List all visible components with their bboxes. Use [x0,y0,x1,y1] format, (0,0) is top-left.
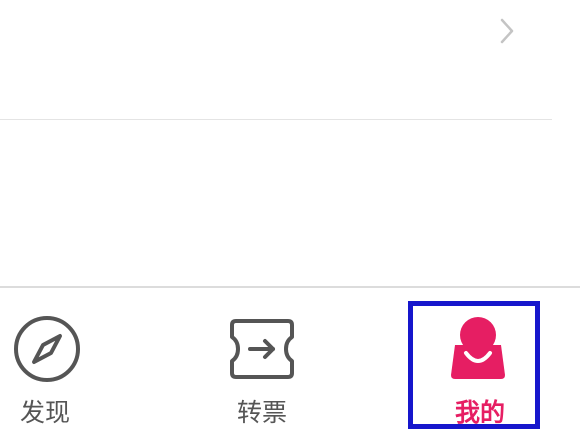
user-bag-icon [451,317,505,379]
tab-label: 我的 [455,398,506,427]
tab-label: 发现 [20,398,71,427]
list-item[interactable] [0,120,552,339]
bottom-tab-bar: 发现 转票 我的 [0,288,580,444]
tab-label: 转票 [237,398,288,427]
chevron-right-icon [500,18,514,44]
tab-mine[interactable]: 我的 [405,288,545,444]
screen: 发现 转票 我的 [0,0,580,444]
compass-icon [14,316,80,382]
tab-transfer[interactable]: 转票 [200,288,330,444]
list-item[interactable] [0,0,552,119]
transfer-ticket-icon [230,319,294,379]
tab-discover[interactable]: 发现 [0,288,120,444]
